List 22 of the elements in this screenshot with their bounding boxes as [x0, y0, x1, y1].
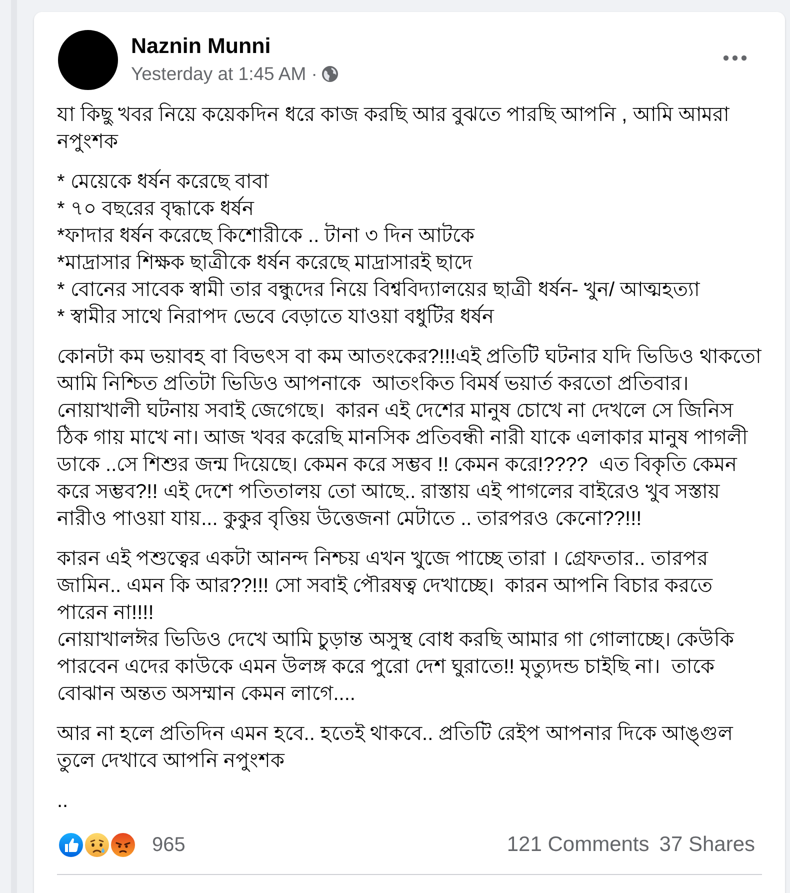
angry-face-icon[interactable]	[109, 831, 137, 859]
list-item: * বোনের সাবেক স্বামী তার বন্ধুদের নিয়ে বিশ্ববিদ্যালয়ের ছাত্রী ধর্ষন- খুন/ আত্মহত্যা	[57, 277, 762, 304]
dot-separator: ·	[311, 62, 318, 86]
globe-icon	[322, 66, 338, 82]
reaction-count[interactable]: 965	[152, 834, 186, 856]
sad-face-icon[interactable]	[83, 831, 111, 859]
list-item: * ৭০ বছরের বৃদ্ধাকে ধর্ষন	[57, 196, 256, 222]
more-options-icon[interactable]	[723, 55, 747, 61]
comments-link[interactable]: 121 Comments	[506, 833, 650, 857]
list-item: *ফাদার ধর্ষন করেছে কিশোরীকে .. টানা ৩ দিন আটকে	[57, 223, 762, 250]
post-paragraph: যা কিছু খবর নিয়ে কয়েকদিন ধরে কাজ করছি আর বুঝতে পারছি আপনি , আমি আমরা নপুংশক	[57, 102, 730, 155]
author-name[interactable]: Naznin Munni	[131, 33, 271, 59]
post-paragraph: আর না হলে প্রতিদিন এমন হবে.. হতেই থাকবে.. প্রতিটি রেইপ আপনার দিকে আঙ্গুল তুলে দেখাবে আপনি নপুংশক	[57, 721, 762, 775]
list-item: * স্বামীর সাথে নিরাপদ ভেবে বেড়াতে যাওয়া বধুটির ধর্ষন	[57, 304, 762, 331]
list-item: * মেয়েকে ধর্ষন করেছে বাবা	[57, 169, 270, 195]
post-paragraph: ..	[57, 789, 70, 814]
post-paragraph: কোনটা কম ভয়াবহ বা বিভৎস বা কম আতংকের?!!!এই প্রতিটি ঘটনার যদি ভিডিও থাকতো আমি নিশ্চিত প্রতিটা ভিডিও আপনাকে আতংকিত বিমর্ষ ভয়ার্ত করতো প্রতিবার। নোয়াখালী ঘটনায় সবাই জেগেছে। কারন এই দেশের মানুষ চোখে না দেখলে সে জিনিস ঠিক গায় মাখে না। আজ খবর করেছি মানসিক প্রতিবন্ধী নারী যাকে এলাকার মানুষ পাগলী ডাকে ..সে শিশুর জন্ম দিয়েছে। কেমন করে সম্ভব !! কেমন করে!???? এত বিকৃতি কেমন করে সম্ভব?!! এই দেশে পতিতালয় তো আছে.. রাস্তায় এই পাগলের বাইরেও খুব সস্তায় নারীও পাওয়া যায়... কুকুর বৃত্তিয় উত্তেজনা মেটাতে .. তারপরও কেনো??!!!	[57, 344, 762, 533]
like-icon[interactable]	[57, 831, 85, 859]
list-item: *মাদ্রাসার শিক্ষক ছাত্রীকে ধর্ষন করেছে মাদ্রাসারই ছাদে	[57, 250, 762, 277]
post-timestamp[interactable]: Yesterday at 1:45 AM	[131, 62, 306, 86]
shares-link[interactable]: 37 Shares	[659, 833, 755, 857]
post-paragraph: কারন এই পশুত্বের একটা আনন্দ নিশ্চয় এখন খুজে পাচ্ছে তারা । গ্রেফতার.. তারপর জামিন.. এমন কি আর??!!! সো সবাই পৌরষত্ব দেখাচ্ছে। কারন আপনি বিচার করতে পারেন না!!!! নোয়াখালঈর ভিডিও দেখে আমি চুড়ান্ত অসুস্থ বোধ করছি আমার গা গোলাচ্ছে। কেউকি পারবেন এদের কাউকে এমন উলঙ্গ করে পুরো দেশ ঘুরাতে!! মৃত্যুদন্ড চাইছি না। তাকে বোঝান অন্তত অসম্মান কেমন লাগে....	[57, 546, 762, 708]
